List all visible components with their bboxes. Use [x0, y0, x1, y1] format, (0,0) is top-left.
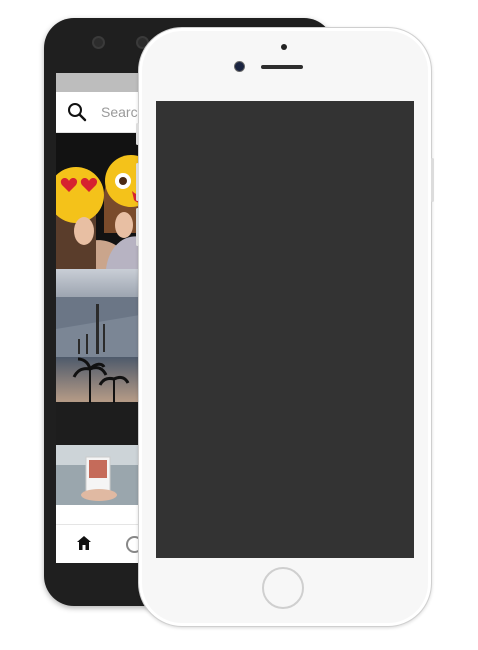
earpiece-speaker: [261, 65, 303, 69]
front-camera-icon: [234, 61, 245, 72]
camera-icon: [92, 36, 105, 49]
iphone-screen: [156, 101, 414, 558]
mute-switch: [136, 123, 139, 145]
front-sensor-icon: [281, 44, 287, 50]
volume-down-button: [136, 208, 139, 246]
home-icon[interactable]: [76, 535, 92, 551]
search-icon[interactable]: [66, 101, 88, 123]
home-button[interactable]: [262, 567, 304, 609]
power-button: [431, 158, 434, 202]
volume-up-button: [136, 163, 139, 201]
iphone-front: [136, 27, 434, 627]
